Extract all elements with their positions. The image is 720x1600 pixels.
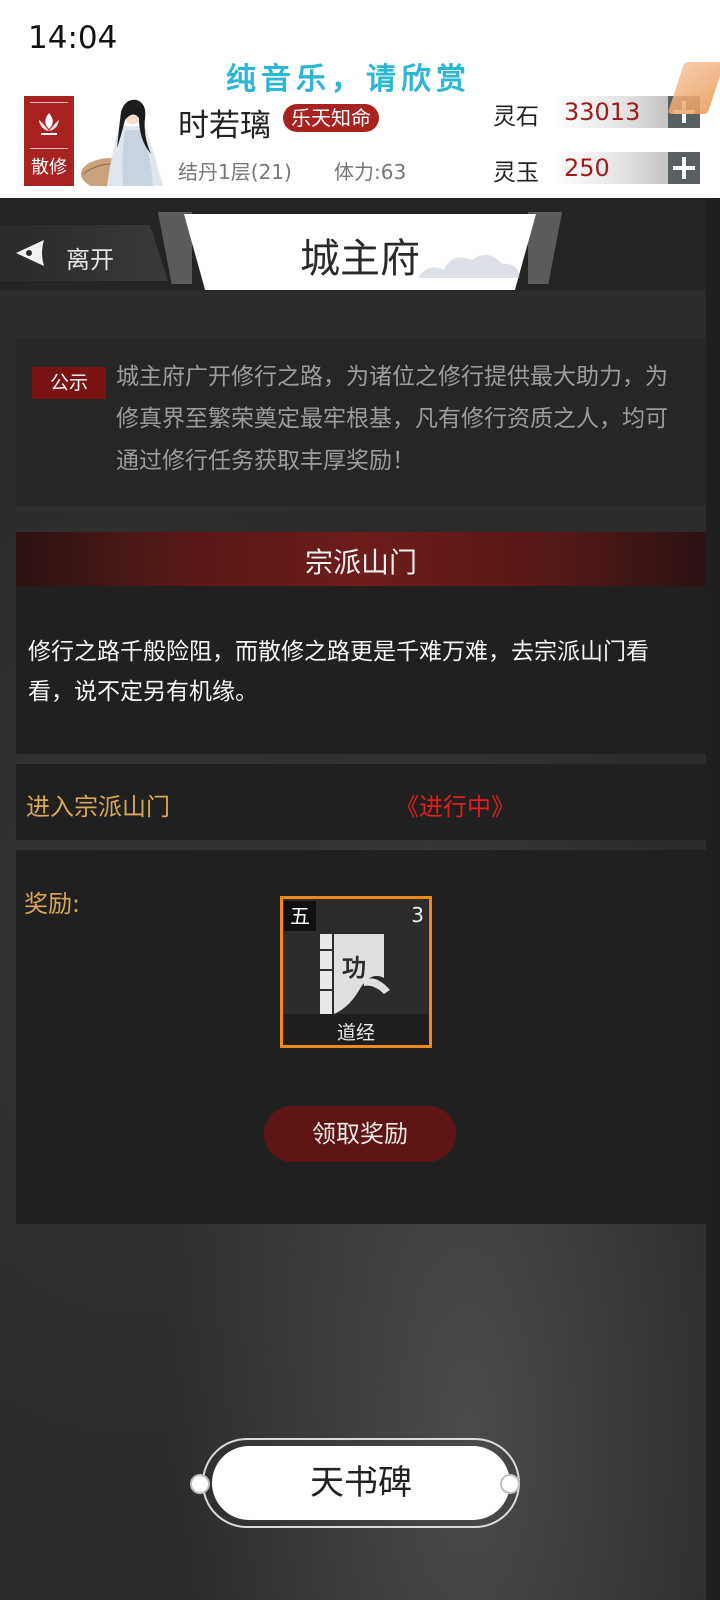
notice-text: 城主府广开修行之路，为诸位之修行提供最大助力，为修真界至繁荣奠定最牢根基，凡有修… xyxy=(116,364,668,474)
item-count: 3 xyxy=(411,903,424,927)
notice-tag: 公示 xyxy=(32,367,106,399)
item-name: 道经 xyxy=(336,1022,375,1044)
stele-button-right-dot xyxy=(500,1474,520,1494)
spirit-stone-label: 灵石 xyxy=(493,104,539,130)
spirit-jade-label: 灵玉 xyxy=(493,160,539,186)
player-header: 14:04 纯音乐，请欣赏 散修 时若璃 乐天知命 结丹1层(21) 体力:63… xyxy=(0,0,720,198)
player-name: 时若璃 xyxy=(178,108,271,144)
claim-reward-button[interactable]: 领取奖励 xyxy=(264,1106,456,1162)
scripture-book-icon: 功 xyxy=(320,934,390,1014)
add-spirit-jade-button[interactable] xyxy=(668,152,700,184)
heavenly-book-stele-button[interactable]: 天书碑 xyxy=(212,1446,510,1520)
lotus-icon xyxy=(39,113,59,135)
spirit-jade-value: 250 xyxy=(552,152,682,184)
item-art-glyph: 功 xyxy=(342,953,366,982)
back-arrow-icon xyxy=(16,240,44,266)
task-name: 进入宗派山门 xyxy=(26,793,170,821)
spirit-stone-value: 33013 xyxy=(552,96,682,128)
quest-description: 修行之路千般险阻，而散修之路更是千难万难，去宗派山门看看，说不定另有机缘。 xyxy=(28,639,649,705)
player-avatar[interactable] xyxy=(81,96,169,186)
status-time: 14:04 xyxy=(28,20,118,56)
page-title: 城主府 xyxy=(300,236,420,282)
reward-label: 奖励: xyxy=(24,890,81,918)
leave-label[interactable]: 离开 xyxy=(66,240,114,275)
player-realm: 结丹1层(21) xyxy=(178,160,292,184)
player-stamina: 体力:63 xyxy=(334,160,407,184)
quest-title: 宗派山门 xyxy=(304,546,417,579)
stele-button-left-dot xyxy=(190,1474,210,1494)
music-banner: 纯音乐，请欣赏 xyxy=(226,62,471,97)
corner-decoration xyxy=(667,62,720,114)
item-grade-badge: 五 xyxy=(284,901,316,931)
player-title-badge: 乐天知命 xyxy=(283,104,379,132)
task-status: 《进行中》 xyxy=(395,793,515,821)
sect-badge[interactable]: 散修 xyxy=(24,96,74,186)
sect-label: 散修 xyxy=(31,157,67,178)
